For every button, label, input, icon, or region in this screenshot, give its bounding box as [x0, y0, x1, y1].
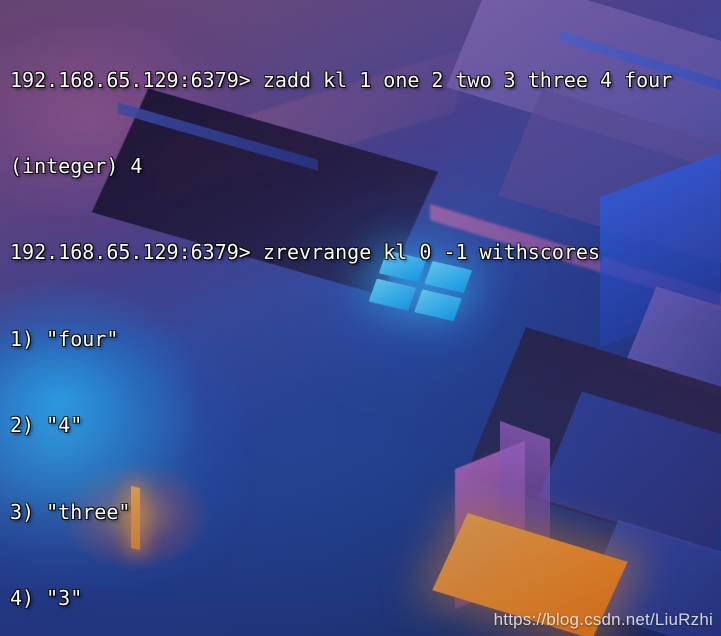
terminal-line: 2) "4" [10, 413, 83, 438]
terminal-line: 4) "3" [10, 585, 83, 610]
terminal-line: (integer) 4 [10, 153, 143, 178]
terminal-line: 192.168.65.129:6379> zadd kl 1 one 2 two… [10, 67, 673, 92]
blog-watermark: https://blog.csdn.net/LiuRzhi [493, 610, 713, 629]
terminal-window: 192.168.65.129:6379> zadd kl 1 one 2 two… [0, 0, 721, 636]
terminal-line: 3) "three" [10, 499, 131, 524]
terminal-line: 192.168.65.129:6379> zrevrange kl 0 -1 w… [10, 240, 601, 265]
terminal-output[interactable]: 192.168.65.129:6379> zadd kl 1 one 2 two… [0, 0, 721, 636]
terminal-line: 1) "four" [10, 326, 119, 351]
